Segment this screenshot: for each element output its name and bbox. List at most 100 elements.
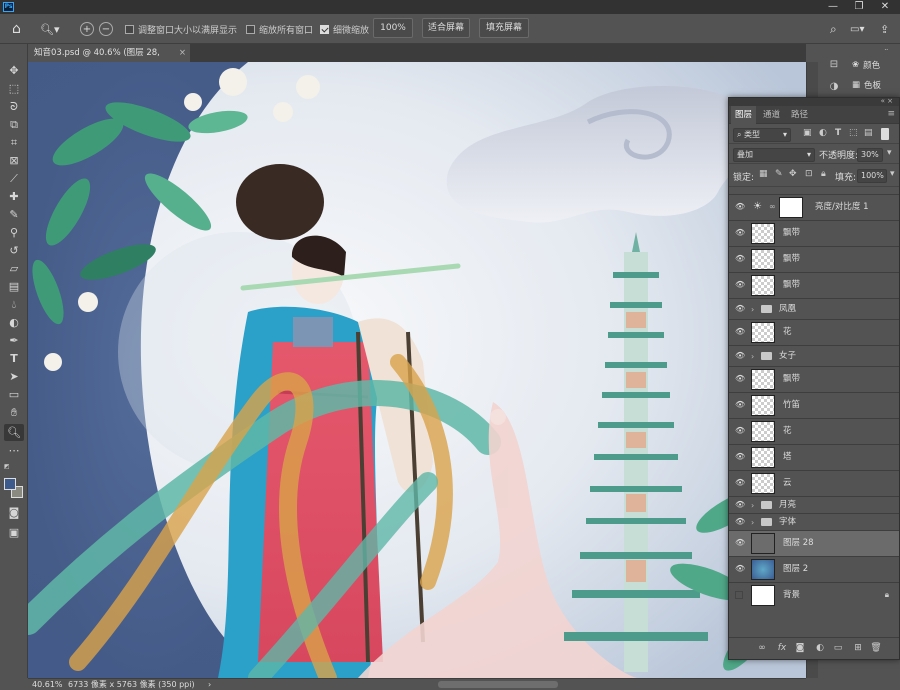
quick-mask-icon[interactable]: ◙ <box>4 504 24 521</box>
type-tool-icon[interactable]: T <box>4 350 24 367</box>
opacity-field[interactable]: 30% <box>857 148 883 162</box>
dodge-tool-icon[interactable]: ◐ <box>4 314 24 331</box>
zoom-out-icon[interactable]: − <box>99 22 113 36</box>
visibility-eye-icon[interactable]: 👁︎ <box>735 539 745 547</box>
group-expand-icon[interactable]: › <box>751 299 754 320</box>
trash-icon[interactable]: 🗑︎ <box>869 641 883 655</box>
foreground-color-swatch[interactable] <box>4 478 16 490</box>
link-chain-icon[interactable]: ∞ <box>769 202 776 211</box>
marquee-tool-icon[interactable]: ⬚ <box>4 80 24 97</box>
fill-field[interactable]: 100% <box>857 169 887 183</box>
layer-group[interactable]: 👁︎ › 凤凰 <box>729 298 899 319</box>
eraser-tool-icon[interactable]: ▱ <box>4 260 24 277</box>
panel-collapse-icon[interactable]: « × <box>881 97 893 105</box>
new-layer-icon[interactable]: ⊞ <box>851 641 865 655</box>
history-brush-icon[interactable]: ↺ <box>4 242 24 259</box>
visibility-eye-icon[interactable]: 👁︎ <box>735 375 745 383</box>
layer-item-selected[interactable]: 👁︎ 图层 28 <box>729 530 899 556</box>
zoom-100-button[interactable]: 100% <box>373 18 413 38</box>
rectangle-tool-icon[interactable]: ▭ <box>4 386 24 403</box>
layer-item[interactable]: 👁︎ 飘带 <box>729 246 899 272</box>
folder-icon[interactable]: ▭ <box>831 641 845 655</box>
properties-icon[interactable]: ⊟ <box>826 58 842 72</box>
workspace-icon[interactable]: ▭▾ <box>850 14 864 44</box>
visibility-eye-icon[interactable]: 👁︎ <box>735 255 745 263</box>
share-icon[interactable]: ⇪ <box>880 14 889 44</box>
layer-item[interactable]: 👁︎ 花 <box>729 418 899 444</box>
group-expand-icon[interactable]: › <box>751 346 754 367</box>
layer-item[interactable]: 👁︎ 云 <box>729 470 899 496</box>
layer-group[interactable]: 👁︎ › 月亮 <box>729 496 899 513</box>
blur-tool-icon[interactable]: 💧︎ <box>4 296 24 313</box>
filter-shape-icon[interactable]: ⬚ <box>849 128 858 138</box>
layer-item[interactable]: 背景 🔒︎ <box>729 582 899 608</box>
path-select-tool-icon[interactable]: ➤ <box>4 368 24 385</box>
link-icon[interactable]: ∞ <box>755 641 769 655</box>
visibility-eye-icon[interactable]: 👁︎ <box>735 501 745 509</box>
filter-adjustment-icon[interactable]: ◐ <box>819 128 827 138</box>
filter-pixel-icon[interactable]: ▣ <box>803 128 812 138</box>
visibility-eye-icon[interactable]: 👁︎ <box>735 453 745 461</box>
lock-all-icon[interactable]: 🔒︎ <box>821 169 826 179</box>
tab-paths[interactable]: 路径 <box>787 106 812 124</box>
home-icon[interactable]: ⌂ <box>12 14 21 44</box>
layer-item[interactable]: 👁︎ 飘带 <box>729 220 899 246</box>
layer-group[interactable]: 👁︎ › 女子 <box>729 345 899 366</box>
scrubby-zoom-checkbox[interactable] <box>320 24 329 34</box>
frame-tool-icon[interactable]: ⊠ <box>4 152 24 169</box>
layer-group[interactable]: 👁︎ › 字体 <box>729 513 899 530</box>
visibility-eye-icon[interactable]: 👁︎ <box>735 305 745 313</box>
visibility-eye-icon[interactable]: 👁︎ <box>735 328 745 336</box>
fit-screen-button[interactable]: 适合屏幕 <box>422 18 470 38</box>
layer-mask-thumbnail[interactable] <box>779 197 803 218</box>
visibility-eye-icon[interactable]: 👁︎ <box>735 203 745 211</box>
healing-brush-icon[interactable]: ✚ <box>4 188 24 205</box>
visibility-eye-icon[interactable]: 👁︎ <box>735 565 745 573</box>
screen-mode-icon[interactable]: ▣ <box>4 524 24 541</box>
visibility-eye-icon[interactable]: 👁︎ <box>735 401 745 409</box>
layer-item[interactable]: 👁︎ 花 <box>729 319 899 345</box>
status-arrow-icon[interactable]: › <box>208 679 211 690</box>
layer-item[interactable]: 👁︎ 竹笛 <box>729 392 899 418</box>
tab-layers[interactable]: 图层 <box>731 106 757 124</box>
hand-tool-icon[interactable]: ✋︎ <box>4 404 24 421</box>
visibility-eye-icon[interactable]: 👁︎ <box>735 281 745 289</box>
tab-channels[interactable]: 通道 <box>759 106 784 124</box>
layer-item[interactable]: 👁︎ 塔 <box>729 444 899 470</box>
close-tab-icon[interactable]: × <box>179 44 186 62</box>
resize-windows-option[interactable]: 调整窗口大小以满屏显示 <box>125 14 237 44</box>
object-select-tool-icon[interactable]: ⧉ <box>4 116 24 133</box>
layer-filter-select[interactable]: ⌕ 类型 ▾ <box>733 128 791 142</box>
fill-dropdown-icon[interactable]: ▾ <box>890 169 895 179</box>
lock-artboard-icon[interactable]: ⊡ <box>805 169 813 179</box>
filter-type-icon[interactable]: T <box>835 128 841 138</box>
color-panel-tab[interactable]: ❀ 颜色 <box>852 56 880 74</box>
panel-menu-icon[interactable]: ≡ <box>887 109 895 119</box>
minimize-button[interactable]: — <box>820 1 846 12</box>
move-tool-icon[interactable]: ✥ <box>4 62 24 79</box>
layer-item[interactable]: 👁︎ 图层 2 <box>729 556 899 582</box>
filter-smart-icon[interactable]: ▤ <box>864 128 873 138</box>
fx-icon[interactable]: fx <box>775 641 789 655</box>
lock-transparency-icon[interactable]: ▦ <box>759 169 768 179</box>
visibility-eye-icon[interactable]: 👁︎ <box>735 229 745 237</box>
visibility-eye-icon[interactable]: 👁︎ <box>735 479 745 487</box>
layer-item[interactable]: 👁︎ ☀ ∞ 亮度/对比度 1 <box>729 194 899 220</box>
pen-tool-icon[interactable]: ✒ <box>4 332 24 349</box>
zoom-in-icon[interactable]: + <box>80 22 94 36</box>
visibility-empty-box[interactable] <box>735 591 743 599</box>
resize-windows-checkbox[interactable] <box>125 24 134 34</box>
group-expand-icon[interactable]: › <box>751 497 754 514</box>
zoom-all-windows-option[interactable]: 缩放所有窗口 <box>246 14 313 44</box>
zoom-tool-icon[interactable]: 🔍︎ <box>4 424 24 441</box>
lasso-tool-icon[interactable]: ᘐ <box>4 98 24 115</box>
group-expand-icon[interactable]: › <box>751 514 754 531</box>
default-colors-icon[interactable]: ◩ <box>4 464 14 470</box>
more-tools-icon[interactable]: ⋯ <box>4 442 24 459</box>
visibility-eye-icon[interactable]: 👁︎ <box>735 518 745 526</box>
close-window-button[interactable]: ✕ <box>872 1 898 12</box>
document-tab[interactable]: 知音03.psd @ 40.6% (图层 28, RGB/8) × <box>28 44 190 76</box>
swatches-panel-tab[interactable]: ▦ 色板 <box>852 76 881 94</box>
lock-position-icon[interactable]: ✥ <box>789 169 797 179</box>
lock-image-icon[interactable]: ✎ <box>775 169 783 179</box>
